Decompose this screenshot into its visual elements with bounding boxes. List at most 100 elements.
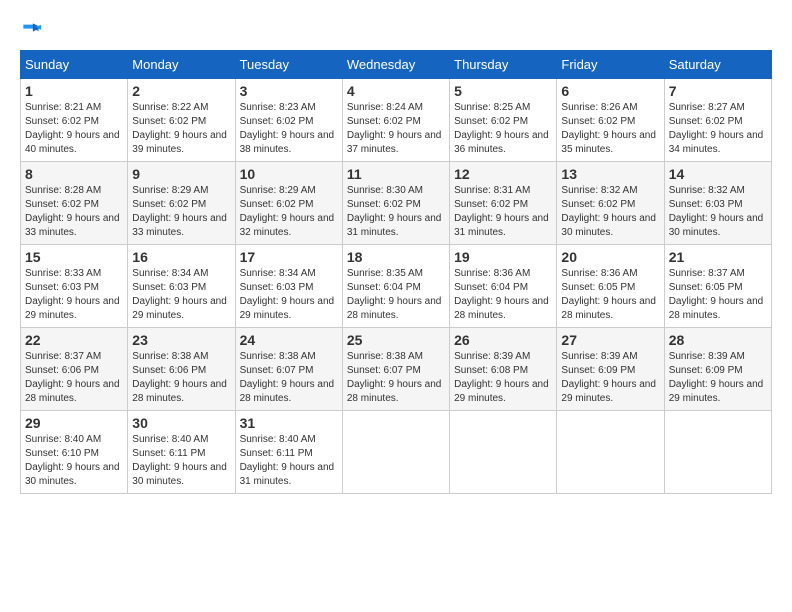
calendar-cell: 9 Sunrise: 8:29 AMSunset: 6:02 PMDaylight… bbox=[128, 162, 235, 245]
day-number: 21 bbox=[669, 249, 767, 265]
day-number: 15 bbox=[25, 249, 123, 265]
calendar-cell: 29Sunrise: 8:40 AMSunset: 6:10 PMDayligh… bbox=[21, 411, 128, 494]
weekday-saturday: Saturday bbox=[664, 51, 771, 79]
calendar-cell: 24Sunrise: 8:38 AMSunset: 6:07 PMDayligh… bbox=[235, 328, 342, 411]
day-number: 10 bbox=[240, 166, 338, 182]
calendar-cell: 12 Sunrise: 8:31 AMSunset: 6:02 PMDayligh… bbox=[450, 162, 557, 245]
calendar-cell bbox=[557, 411, 664, 494]
calendar-cell bbox=[450, 411, 557, 494]
day-info: Sunrise: 8:27 AMSunset: 6:02 PMDaylight:… bbox=[669, 101, 767, 157]
calendar-cell: 22 Sunrise: 8:37 AMSunset: 6:06 PMDayligh… bbox=[21, 328, 128, 411]
day-info: Sunrise: 8:24 AMSunset: 6:02 PMDaylight:… bbox=[347, 101, 445, 157]
day-number: 7 bbox=[669, 83, 767, 99]
calendar-cell: 30 Sunrise: 8:40 AMSunset: 6:11 PMDayligh… bbox=[128, 411, 235, 494]
calendar-cell: 28Sunrise: 8:39 AMSunset: 6:09 PMDayligh… bbox=[664, 328, 771, 411]
calendar-cell: 25Sunrise: 8:38 AMSunset: 6:07 PMDayligh… bbox=[342, 328, 449, 411]
calendar-cell: 3 Sunrise: 8:23 AMSunset: 6:02 PMDaylight… bbox=[235, 79, 342, 162]
day-number: 11 bbox=[347, 166, 445, 182]
day-info: Sunrise: 8:39 AMSunset: 6:09 PMDaylight:… bbox=[561, 350, 659, 406]
day-info: Sunrise: 8:25 AMSunset: 6:02 PMDaylight:… bbox=[454, 101, 552, 157]
weekday-wednesday: Wednesday bbox=[342, 51, 449, 79]
day-info: Sunrise: 8:26 AMSunset: 6:02 PMDaylight:… bbox=[561, 101, 659, 157]
week-row-1: 1 Sunrise: 8:21 AMSunset: 6:02 PMDaylight… bbox=[21, 79, 772, 162]
day-number: 19 bbox=[454, 249, 552, 265]
day-info: Sunrise: 8:40 AMSunset: 6:11 PMDaylight:… bbox=[240, 433, 338, 489]
day-number: 16 bbox=[132, 249, 230, 265]
calendar-cell: 13 Sunrise: 8:32 AMSunset: 6:02 PMDayligh… bbox=[557, 162, 664, 245]
day-info: Sunrise: 8:29 AMSunset: 6:02 PMDaylight:… bbox=[240, 184, 338, 240]
weekday-tuesday: Tuesday bbox=[235, 51, 342, 79]
calendar-cell: 8 Sunrise: 8:28 AMSunset: 6:02 PMDaylight… bbox=[21, 162, 128, 245]
day-info: Sunrise: 8:37 AMSunset: 6:05 PMDaylight:… bbox=[669, 267, 767, 323]
day-info: Sunrise: 8:36 AMSunset: 6:04 PMDaylight:… bbox=[454, 267, 552, 323]
day-info: Sunrise: 8:38 AMSunset: 6:06 PMDaylight:… bbox=[132, 350, 230, 406]
day-number: 3 bbox=[240, 83, 338, 99]
calendar-cell: 19 Sunrise: 8:36 AMSunset: 6:04 PMDayligh… bbox=[450, 245, 557, 328]
calendar-cell: 18Sunrise: 8:35 AMSunset: 6:04 PMDayligh… bbox=[342, 245, 449, 328]
calendar-cell: 10 Sunrise: 8:29 AMSunset: 6:02 PMDayligh… bbox=[235, 162, 342, 245]
calendar-cell: 23 Sunrise: 8:38 AMSunset: 6:06 PMDayligh… bbox=[128, 328, 235, 411]
weekday-header-row: SundayMondayTuesdayWednesdayThursdayFrid… bbox=[21, 51, 772, 79]
calendar-cell: 26Sunrise: 8:39 AMSunset: 6:08 PMDayligh… bbox=[450, 328, 557, 411]
header bbox=[20, 20, 772, 40]
day-info: Sunrise: 8:23 AMSunset: 6:02 PMDaylight:… bbox=[240, 101, 338, 157]
calendar-cell: 2 Sunrise: 8:22 AMSunset: 6:02 PMDaylight… bbox=[128, 79, 235, 162]
day-number: 13 bbox=[561, 166, 659, 182]
day-info: Sunrise: 8:34 AMSunset: 6:03 PMDaylight:… bbox=[132, 267, 230, 323]
day-info: Sunrise: 8:32 AMSunset: 6:03 PMDaylight:… bbox=[669, 184, 767, 240]
calendar-cell: 17 Sunrise: 8:34 AMSunset: 6:03 PMDayligh… bbox=[235, 245, 342, 328]
day-number: 6 bbox=[561, 83, 659, 99]
calendar-cell: 15 Sunrise: 8:33 AMSunset: 6:03 PMDayligh… bbox=[21, 245, 128, 328]
day-info: Sunrise: 8:40 AMSunset: 6:11 PMDaylight:… bbox=[132, 433, 230, 489]
day-info: Sunrise: 8:21 AMSunset: 6:02 PMDaylight:… bbox=[25, 101, 123, 157]
weekday-thursday: Thursday bbox=[450, 51, 557, 79]
calendar-cell: 21 Sunrise: 8:37 AMSunset: 6:05 PMDayligh… bbox=[664, 245, 771, 328]
logo bbox=[20, 20, 42, 40]
day-number: 31 bbox=[240, 415, 338, 431]
calendar-cell: 20 Sunrise: 8:36 AMSunset: 6:05 PMDayligh… bbox=[557, 245, 664, 328]
day-number: 12 bbox=[454, 166, 552, 182]
day-info: Sunrise: 8:31 AMSunset: 6:02 PMDaylight:… bbox=[454, 184, 552, 240]
day-number: 27 bbox=[561, 332, 659, 348]
day-info: Sunrise: 8:36 AMSunset: 6:05 PMDaylight:… bbox=[561, 267, 659, 323]
day-info: Sunrise: 8:34 AMSunset: 6:03 PMDaylight:… bbox=[240, 267, 338, 323]
calendar-cell: 6 Sunrise: 8:26 AMSunset: 6:02 PMDaylight… bbox=[557, 79, 664, 162]
calendar-table: SundayMondayTuesdayWednesdayThursdayFrid… bbox=[20, 50, 772, 494]
calendar-cell: 5 Sunrise: 8:25 AMSunset: 6:02 PMDaylight… bbox=[450, 79, 557, 162]
week-row-5: 29Sunrise: 8:40 AMSunset: 6:10 PMDayligh… bbox=[21, 411, 772, 494]
weekday-monday: Monday bbox=[128, 51, 235, 79]
day-info: Sunrise: 8:37 AMSunset: 6:06 PMDaylight:… bbox=[25, 350, 123, 406]
day-number: 2 bbox=[132, 83, 230, 99]
day-number: 4 bbox=[347, 83, 445, 99]
day-number: 29 bbox=[25, 415, 123, 431]
day-info: Sunrise: 8:30 AMSunset: 6:02 PMDaylight:… bbox=[347, 184, 445, 240]
day-number: 5 bbox=[454, 83, 552, 99]
day-info: Sunrise: 8:39 AMSunset: 6:08 PMDaylight:… bbox=[454, 350, 552, 406]
day-number: 30 bbox=[132, 415, 230, 431]
day-number: 8 bbox=[25, 166, 123, 182]
day-number: 1 bbox=[25, 83, 123, 99]
day-number: 22 bbox=[25, 332, 123, 348]
weekday-friday: Friday bbox=[557, 51, 664, 79]
week-row-2: 8 Sunrise: 8:28 AMSunset: 6:02 PMDaylight… bbox=[21, 162, 772, 245]
calendar-cell: 4 Sunrise: 8:24 AMSunset: 6:02 PMDaylight… bbox=[342, 79, 449, 162]
calendar-cell: 1 Sunrise: 8:21 AMSunset: 6:02 PMDaylight… bbox=[21, 79, 128, 162]
day-info: Sunrise: 8:29 AMSunset: 6:02 PMDaylight:… bbox=[132, 184, 230, 240]
logo-bird-icon bbox=[22, 20, 42, 40]
day-number: 23 bbox=[132, 332, 230, 348]
day-number: 17 bbox=[240, 249, 338, 265]
day-number: 9 bbox=[132, 166, 230, 182]
day-info: Sunrise: 8:32 AMSunset: 6:02 PMDaylight:… bbox=[561, 184, 659, 240]
day-info: Sunrise: 8:28 AMSunset: 6:02 PMDaylight:… bbox=[25, 184, 123, 240]
day-number: 20 bbox=[561, 249, 659, 265]
day-info: Sunrise: 8:39 AMSunset: 6:09 PMDaylight:… bbox=[669, 350, 767, 406]
calendar-cell: 11 Sunrise: 8:30 AMSunset: 6:02 PMDayligh… bbox=[342, 162, 449, 245]
day-info: Sunrise: 8:22 AMSunset: 6:02 PMDaylight:… bbox=[132, 101, 230, 157]
day-info: Sunrise: 8:33 AMSunset: 6:03 PMDaylight:… bbox=[25, 267, 123, 323]
day-info: Sunrise: 8:35 AMSunset: 6:04 PMDaylight:… bbox=[347, 267, 445, 323]
calendar-cell: 27 Sunrise: 8:39 AMSunset: 6:09 PMDayligh… bbox=[557, 328, 664, 411]
week-row-3: 15 Sunrise: 8:33 AMSunset: 6:03 PMDayligh… bbox=[21, 245, 772, 328]
calendar-cell: 7 Sunrise: 8:27 AMSunset: 6:02 PMDaylight… bbox=[664, 79, 771, 162]
day-info: Sunrise: 8:38 AMSunset: 6:07 PMDaylight:… bbox=[347, 350, 445, 406]
calendar-cell: 31 Sunrise: 8:40 AMSunset: 6:11 PMDayligh… bbox=[235, 411, 342, 494]
